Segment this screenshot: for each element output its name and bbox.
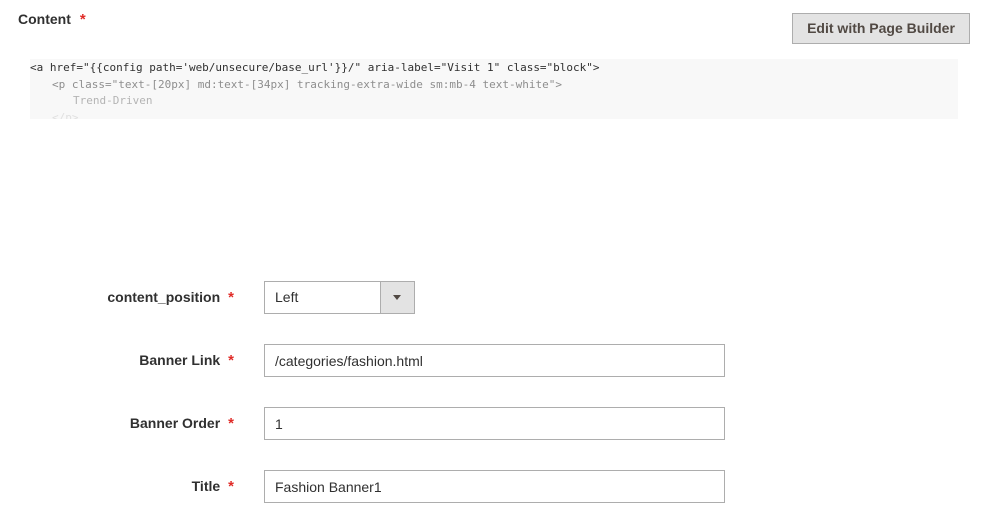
chevron-down-icon [393, 295, 401, 300]
title-label: Title * [192, 470, 234, 503]
code-line: <p class="text-[20px] md:text-[34px] tra… [52, 77, 562, 91]
banner-order-required-mark: * [228, 415, 234, 432]
content-code-preview[interactable]: <a href="{{config path='web/unsecure/bas… [30, 59, 958, 119]
title-input[interactable] [264, 470, 725, 503]
select-arrow-button[interactable] [380, 282, 414, 313]
content-position-label-text: content_position [107, 289, 221, 305]
title-label-text: Title [191, 478, 221, 494]
content-label: Content * [18, 11, 86, 28]
code-line: </p> [52, 110, 79, 120]
field-row-banner-order: Banner Order * [0, 407, 985, 441]
banner-order-label-text: Banner Order [129, 415, 221, 431]
content-position-select[interactable]: Left [264, 281, 415, 314]
banner-link-input[interactable] [264, 344, 725, 377]
banner-link-label: Banner Link * [139, 344, 234, 377]
content-label-text: Content [18, 11, 71, 27]
code-line: <a href="{{config path='web/unsecure/bas… [30, 61, 600, 74]
content-required-mark: * [79, 11, 86, 28]
banner-link-label-text: Banner Link [139, 352, 221, 368]
title-required-mark: * [228, 478, 234, 495]
edit-with-page-builder-button[interactable]: Edit with Page Builder [792, 13, 970, 44]
field-row-title: Title * [0, 470, 985, 504]
banner-link-required-mark: * [228, 352, 234, 369]
banner-order-input[interactable] [264, 407, 725, 440]
code-line: Trend-Driven [73, 94, 153, 107]
banner-order-label: Banner Order * [130, 407, 234, 440]
content-position-required-mark: * [228, 289, 234, 306]
field-row-banner-link: Banner Link * [0, 344, 985, 378]
content-position-selected-value: Left [275, 289, 299, 305]
field-row-content-position: content_position * Left [0, 281, 985, 315]
content-position-label: content_position * [107, 281, 234, 314]
